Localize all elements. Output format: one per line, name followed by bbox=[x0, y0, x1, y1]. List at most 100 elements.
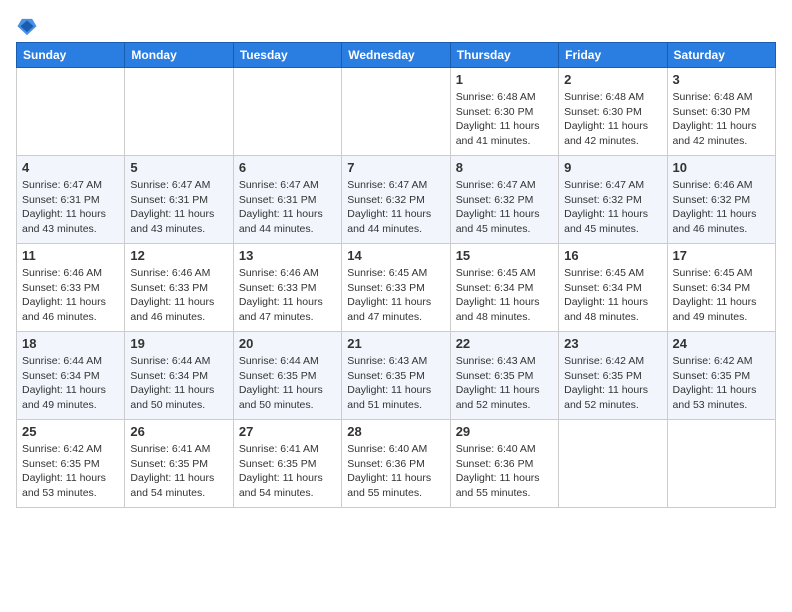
day-number: 4 bbox=[22, 160, 119, 175]
calendar-cell: 13 Sunrise: 6:46 AM Sunset: 6:33 PM Dayli… bbox=[233, 244, 341, 332]
calendar-cell: 10 Sunrise: 6:46 AM Sunset: 6:32 PM Dayli… bbox=[667, 156, 775, 244]
day-info: Sunrise: 6:47 AM Sunset: 6:32 PM Dayligh… bbox=[456, 178, 553, 237]
page-header bbox=[16, 16, 776, 38]
col-header-thursday: Thursday bbox=[450, 43, 558, 68]
calendar-cell: 16 Sunrise: 6:45 AM Sunset: 6:34 PM Dayli… bbox=[559, 244, 667, 332]
day-info: Sunrise: 6:47 AM Sunset: 6:31 PM Dayligh… bbox=[239, 178, 336, 237]
day-info: Sunrise: 6:45 AM Sunset: 6:34 PM Dayligh… bbox=[564, 266, 661, 325]
calendar-cell bbox=[17, 68, 125, 156]
calendar-cell: 24 Sunrise: 6:42 AM Sunset: 6:35 PM Dayli… bbox=[667, 332, 775, 420]
day-number: 2 bbox=[564, 72, 661, 87]
calendar-cell: 22 Sunrise: 6:43 AM Sunset: 6:35 PM Dayli… bbox=[450, 332, 558, 420]
day-info: Sunrise: 6:44 AM Sunset: 6:34 PM Dayligh… bbox=[22, 354, 119, 413]
day-info: Sunrise: 6:45 AM Sunset: 6:33 PM Dayligh… bbox=[347, 266, 444, 325]
day-number: 13 bbox=[239, 248, 336, 263]
day-info: Sunrise: 6:47 AM Sunset: 6:32 PM Dayligh… bbox=[347, 178, 444, 237]
calendar-cell: 4 Sunrise: 6:47 AM Sunset: 6:31 PM Daylig… bbox=[17, 156, 125, 244]
day-number: 25 bbox=[22, 424, 119, 439]
col-header-wednesday: Wednesday bbox=[342, 43, 450, 68]
day-number: 15 bbox=[456, 248, 553, 263]
day-number: 22 bbox=[456, 336, 553, 351]
calendar-cell: 19Sunrise: 6:44 AM Sunset: 6:34 PM Dayli… bbox=[125, 332, 233, 420]
calendar-cell: 17 Sunrise: 6:45 AM Sunset: 6:34 PM Dayli… bbox=[667, 244, 775, 332]
calendar-cell: 7 Sunrise: 6:47 AM Sunset: 6:32 PM Daylig… bbox=[342, 156, 450, 244]
col-header-friday: Friday bbox=[559, 43, 667, 68]
day-info: Sunrise: 6:42 AM Sunset: 6:35 PM Dayligh… bbox=[673, 354, 770, 413]
day-info: Sunrise: 6:46 AM Sunset: 6:33 PM Dayligh… bbox=[130, 266, 227, 325]
day-info: Sunrise: 6:48 AM Sunset: 6:30 PM Dayligh… bbox=[456, 90, 553, 149]
calendar-cell: 2 Sunrise: 6:48 AM Sunset: 6:30 PM Daylig… bbox=[559, 68, 667, 156]
calendar-cell: 23 Sunrise: 6:42 AM Sunset: 6:35 PM Dayli… bbox=[559, 332, 667, 420]
calendar-table: SundayMondayTuesdayWednesdayThursdayFrid… bbox=[16, 42, 776, 508]
day-info: Sunrise: 6:44 AM Sunset: 6:35 PM Dayligh… bbox=[239, 354, 336, 413]
day-number: 16 bbox=[564, 248, 661, 263]
calendar-cell: 8 Sunrise: 6:47 AM Sunset: 6:32 PM Daylig… bbox=[450, 156, 558, 244]
calendar-cell: 12 Sunrise: 6:46 AM Sunset: 6:33 PM Dayli… bbox=[125, 244, 233, 332]
day-info: Sunrise: 6:46 AM Sunset: 6:33 PM Dayligh… bbox=[22, 266, 119, 325]
calendar-cell: 28 Sunrise: 6:40 AM Sunset: 6:36 PM Dayli… bbox=[342, 420, 450, 508]
day-info: Sunrise: 6:45 AM Sunset: 6:34 PM Dayligh… bbox=[456, 266, 553, 325]
calendar-cell bbox=[342, 68, 450, 156]
day-number: 18 bbox=[22, 336, 119, 351]
day-number: 14 bbox=[347, 248, 444, 263]
day-number: 9 bbox=[564, 160, 661, 175]
day-info: Sunrise: 6:47 AM Sunset: 6:32 PM Dayligh… bbox=[564, 178, 661, 237]
calendar-cell bbox=[125, 68, 233, 156]
day-number: 28 bbox=[347, 424, 444, 439]
day-number: 27 bbox=[239, 424, 336, 439]
logo bbox=[16, 16, 42, 38]
day-info: Sunrise: 6:42 AM Sunset: 6:35 PM Dayligh… bbox=[22, 442, 119, 501]
day-info: Sunrise: 6:46 AM Sunset: 6:32 PM Dayligh… bbox=[673, 178, 770, 237]
calendar-cell: 15 Sunrise: 6:45 AM Sunset: 6:34 PM Dayli… bbox=[450, 244, 558, 332]
calendar-cell: 20 Sunrise: 6:44 AM Sunset: 6:35 PM Dayli… bbox=[233, 332, 341, 420]
day-number: 12 bbox=[130, 248, 227, 263]
day-info: Sunrise: 6:48 AM Sunset: 6:30 PM Dayligh… bbox=[564, 90, 661, 149]
day-number: 20 bbox=[239, 336, 336, 351]
calendar-cell: 27 Sunrise: 6:41 AM Sunset: 6:35 PM Dayli… bbox=[233, 420, 341, 508]
day-info: Sunrise: 6:44 AM Sunset: 6:34 PM Dayligh… bbox=[130, 354, 227, 413]
calendar-cell: 11 Sunrise: 6:46 AM Sunset: 6:33 PM Dayli… bbox=[17, 244, 125, 332]
day-info: Sunrise: 6:47 AM Sunset: 6:31 PM Dayligh… bbox=[130, 178, 227, 237]
calendar-cell: 18 Sunrise: 6:44 AM Sunset: 6:34 PM Dayli… bbox=[17, 332, 125, 420]
day-info: Sunrise: 6:43 AM Sunset: 6:35 PM Dayligh… bbox=[347, 354, 444, 413]
calendar-cell: 25 Sunrise: 6:42 AM Sunset: 6:35 PM Dayli… bbox=[17, 420, 125, 508]
day-number: 23 bbox=[564, 336, 661, 351]
day-number: 6 bbox=[239, 160, 336, 175]
calendar-cell bbox=[559, 420, 667, 508]
col-header-saturday: Saturday bbox=[667, 43, 775, 68]
day-info: Sunrise: 6:43 AM Sunset: 6:35 PM Dayligh… bbox=[456, 354, 553, 413]
calendar-cell: 6 Sunrise: 6:47 AM Sunset: 6:31 PM Daylig… bbox=[233, 156, 341, 244]
day-number: 26 bbox=[130, 424, 227, 439]
day-info: Sunrise: 6:41 AM Sunset: 6:35 PM Dayligh… bbox=[130, 442, 227, 501]
calendar-cell bbox=[667, 420, 775, 508]
day-number: 17 bbox=[673, 248, 770, 263]
day-number: 21 bbox=[347, 336, 444, 351]
day-number: 10 bbox=[673, 160, 770, 175]
day-info: Sunrise: 6:46 AM Sunset: 6:33 PM Dayligh… bbox=[239, 266, 336, 325]
day-info: Sunrise: 6:45 AM Sunset: 6:34 PM Dayligh… bbox=[673, 266, 770, 325]
day-number: 1 bbox=[456, 72, 553, 87]
calendar-cell: 3 Sunrise: 6:48 AM Sunset: 6:30 PM Daylig… bbox=[667, 68, 775, 156]
logo-icon bbox=[16, 16, 38, 38]
day-number: 7 bbox=[347, 160, 444, 175]
calendar-cell: 14 Sunrise: 6:45 AM Sunset: 6:33 PM Dayli… bbox=[342, 244, 450, 332]
day-number: 8 bbox=[456, 160, 553, 175]
day-info: Sunrise: 6:40 AM Sunset: 6:36 PM Dayligh… bbox=[456, 442, 553, 501]
day-number: 24 bbox=[673, 336, 770, 351]
calendar-cell: 1 Sunrise: 6:48 AM Sunset: 6:30 PM Daylig… bbox=[450, 68, 558, 156]
day-info: Sunrise: 6:42 AM Sunset: 6:35 PM Dayligh… bbox=[564, 354, 661, 413]
day-info: Sunrise: 6:48 AM Sunset: 6:30 PM Dayligh… bbox=[673, 90, 770, 149]
calendar-cell: 29 Sunrise: 6:40 AM Sunset: 6:36 PM Dayli… bbox=[450, 420, 558, 508]
day-number: 5 bbox=[130, 160, 227, 175]
calendar-cell bbox=[233, 68, 341, 156]
day-info: Sunrise: 6:41 AM Sunset: 6:35 PM Dayligh… bbox=[239, 442, 336, 501]
calendar-cell: 26 Sunrise: 6:41 AM Sunset: 6:35 PM Dayli… bbox=[125, 420, 233, 508]
calendar-cell: 9 Sunrise: 6:47 AM Sunset: 6:32 PM Daylig… bbox=[559, 156, 667, 244]
day-number: 3 bbox=[673, 72, 770, 87]
day-info: Sunrise: 6:47 AM Sunset: 6:31 PM Dayligh… bbox=[22, 178, 119, 237]
col-header-monday: Monday bbox=[125, 43, 233, 68]
day-number: 29 bbox=[456, 424, 553, 439]
calendar-cell: 21 Sunrise: 6:43 AM Sunset: 6:35 PM Dayli… bbox=[342, 332, 450, 420]
day-number: 11 bbox=[22, 248, 119, 263]
day-info: Sunrise: 6:40 AM Sunset: 6:36 PM Dayligh… bbox=[347, 442, 444, 501]
